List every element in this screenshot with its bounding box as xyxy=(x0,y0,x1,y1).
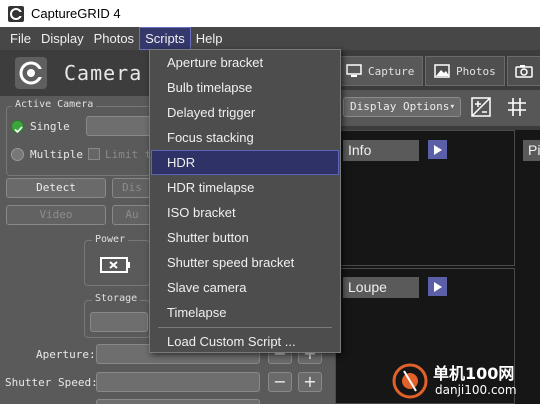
menu-item-hdr[interactable]: HDR xyxy=(151,150,339,175)
exposure-icon[interactable] xyxy=(471,97,491,117)
menu-file[interactable]: File xyxy=(5,27,36,50)
menu-item-iso-bracket[interactable]: ISO bracket xyxy=(151,200,339,225)
limit-checkbox[interactable] xyxy=(88,148,100,160)
camera-icon xyxy=(515,65,533,78)
watermark-text: 单机100网 xyxy=(433,364,515,383)
tab-photos-label: Photos xyxy=(456,64,496,78)
menu-item-slave-camera[interactable]: Slave camera xyxy=(151,275,339,300)
disconnect-button[interactable]: Dis xyxy=(112,178,152,198)
tab-capture-label: Capture xyxy=(368,64,415,78)
menu-item-bulb-timelapse[interactable]: Bulb timelapse xyxy=(151,75,339,100)
menu-item-hdr-timelapse[interactable]: HDR timelapse xyxy=(151,175,339,200)
capturegrid-window: CaptureGRID 4 File Display Photos Script… xyxy=(0,0,540,404)
check-icon xyxy=(14,126,23,134)
tab-capture[interactable]: Capture xyxy=(339,56,423,86)
next-cell-label: Pi xyxy=(523,140,540,161)
shutter-plus-button[interactable]: + xyxy=(298,372,322,392)
photo-icon xyxy=(434,64,450,78)
detect-button[interactable]: Detect xyxy=(6,178,106,198)
active-camera-label: Active Camera xyxy=(12,99,97,110)
auto-button[interactable]: Au xyxy=(112,205,152,225)
menu-item-shutter-button[interactable]: Shutter button xyxy=(151,225,339,250)
display-toolbar: Display Options ▾ xyxy=(335,90,540,126)
loupe-play-button[interactable] xyxy=(428,277,447,296)
menu-item-aperture-bracket[interactable]: Aperture bracket xyxy=(151,50,339,75)
menu-item-load-custom-script[interactable]: Load Custom Script ... xyxy=(151,329,339,354)
display-options-dropdown[interactable]: Display Options ▾ xyxy=(343,97,461,117)
shutter-speed-select[interactable] xyxy=(96,372,260,392)
info-play-button[interactable] xyxy=(428,140,447,159)
menu-display[interactable]: Display xyxy=(36,27,89,50)
tab-camera[interactable] xyxy=(507,56,540,86)
scripts-menu: Aperture bracket Bulb timelapse Delayed … xyxy=(149,49,341,353)
tab-photos[interactable]: Photos xyxy=(425,56,505,86)
chevron-down-icon: ▾ xyxy=(449,102,455,112)
menu-photos[interactable]: Photos xyxy=(89,27,139,50)
watermark: 单机100网 danji100.com xyxy=(390,358,540,404)
multiple-radio[interactable] xyxy=(11,148,24,161)
single-label: Single xyxy=(30,120,70,133)
window-title: CaptureGRID 4 xyxy=(31,6,121,21)
camera-title: Camera xyxy=(64,61,143,85)
view-panel: Capture Photos Display Options ▾ Info Pi… xyxy=(335,50,540,404)
menu-help[interactable]: Help xyxy=(191,27,228,50)
camera-logo-icon xyxy=(15,57,47,89)
menu-bar: File Display Photos Scripts Help xyxy=(0,27,540,50)
video-button[interactable]: Video xyxy=(6,205,106,225)
app-logo-icon xyxy=(8,5,24,22)
shutter-speed-label: Shutter Speed: xyxy=(5,376,98,389)
storage-select[interactable] xyxy=(90,312,148,332)
next-setting-select[interactable] xyxy=(96,399,260,404)
menu-scripts[interactable]: Scripts xyxy=(139,27,191,50)
watermark-logo-icon xyxy=(392,363,428,399)
shutter-minus-button[interactable]: − xyxy=(268,372,292,392)
aperture-label: Aperture: xyxy=(36,348,96,361)
menu-separator xyxy=(158,327,332,328)
menu-item-delayed-trigger[interactable]: Delayed trigger xyxy=(151,100,339,125)
loupe-label: Loupe xyxy=(343,277,419,298)
menu-item-focus-stacking[interactable]: Focus stacking xyxy=(151,125,339,150)
display-options-label: Display Options xyxy=(350,100,450,113)
grid-icon[interactable] xyxy=(507,97,527,117)
title-bar: CaptureGRID 4 xyxy=(0,0,540,27)
menu-item-timelapse[interactable]: Timelapse xyxy=(151,300,339,325)
power-label: Power xyxy=(92,234,129,245)
storage-label: Storage xyxy=(92,293,141,304)
single-radio[interactable] xyxy=(11,120,24,134)
limit-label: Limit t xyxy=(105,148,152,161)
info-label: Info xyxy=(343,140,419,161)
watermark-url: danji100.com xyxy=(435,383,517,397)
menu-item-shutter-speed-bracket[interactable]: Shutter speed bracket xyxy=(151,250,339,275)
multiple-label: Multiple xyxy=(30,148,83,161)
monitor-icon xyxy=(346,64,362,77)
battery-icon xyxy=(100,257,130,273)
